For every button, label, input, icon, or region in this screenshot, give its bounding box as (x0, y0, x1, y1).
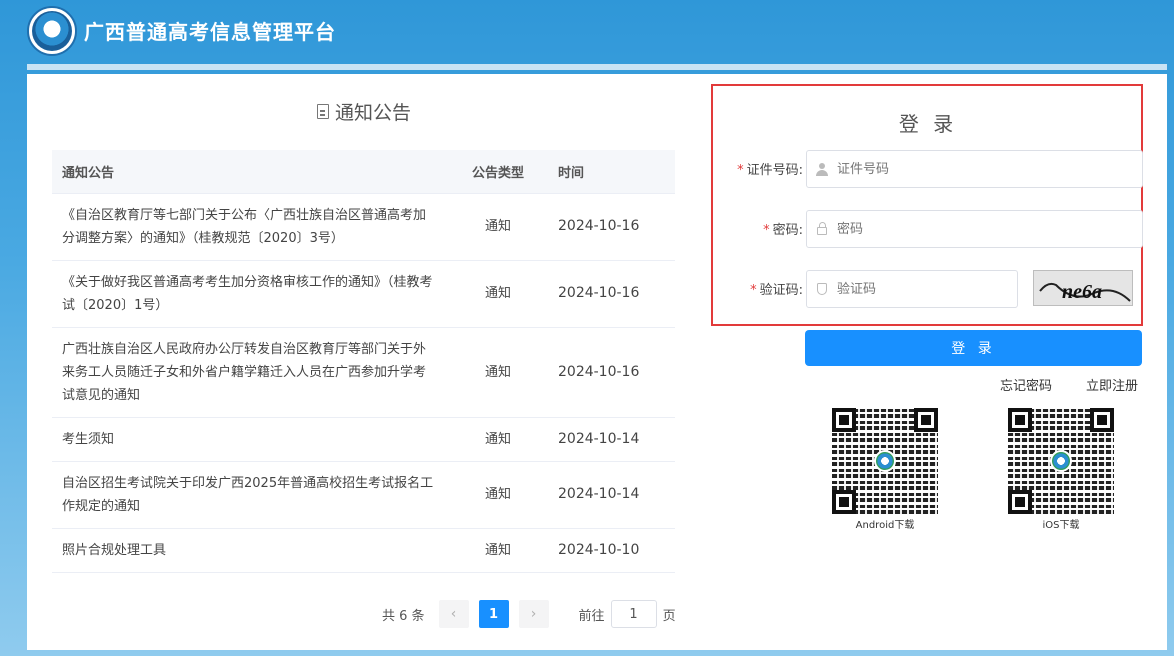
shield-icon (817, 283, 827, 295)
table-row[interactable]: 广西壮族自治区人民政府办公厅转发自治区教育厅等部门关于外来务工人员随迁子女和外省… (52, 327, 675, 418)
table-row[interactable]: 自治区招生考试院关于印发广西2025年普通高校招生考试报名工作规定的通知 通知 … (52, 461, 675, 529)
column-header-date: 时间 (548, 150, 675, 194)
lock-icon (817, 222, 827, 235)
pagination-total: 共 6 条 (382, 608, 425, 624)
header: 广西普通高考信息管理平台 (0, 0, 1174, 64)
ios-download-label: iOS下载 (1042, 520, 1080, 531)
table-header-row: 通知公告 公告类型 时间 (52, 150, 675, 194)
table-row[interactable]: 《关于做好我区普通高考考生加分资格审核工作的通知》（桂教考试〔2020〕1号） … (52, 260, 675, 328)
login-form: 登 录 *证件号码: *密码: *验证码: (711, 84, 1143, 326)
table-row[interactable]: 照片合规处理工具 通知 2024-10-10 (52, 528, 675, 573)
notice-date-cell: 2024-10-16 (548, 193, 675, 261)
ios-qr-code (1008, 408, 1114, 514)
main-panel: 通知公告 通知公告 公告类型 时间 《自治区教育厅等七部门关于公布〈广西壮族自治… (27, 74, 1167, 650)
captcha-label: * 验证码: (750, 283, 803, 298)
id-number-label: * 证件号码: (737, 163, 803, 178)
notice-date-cell: 2024-10-16 (548, 327, 675, 418)
next-page-button[interactable]: › (518, 600, 549, 628)
notice-title-cell[interactable]: 自治区招生考试院关于印发广西2025年普通高校招生考试报名工作规定的通知 (52, 461, 448, 529)
notice-type-cell: 通知 (448, 193, 548, 261)
notice-date-cell: 2024-10-14 (548, 417, 675, 462)
notice-date-cell: 2024-10-16 (548, 260, 675, 328)
id-number-input[interactable] (837, 152, 1117, 186)
notice-type-cell: 通知 (448, 461, 548, 529)
notice-type-cell: 通知 (448, 417, 548, 462)
column-header-title: 通知公告 (52, 150, 448, 194)
notice-heading-text: 通知公告 (335, 102, 412, 124)
goto-page-input[interactable] (610, 600, 657, 628)
page-number-current[interactable]: 1 (478, 600, 509, 628)
notice-title-cell[interactable]: 广西壮族自治区人民政府办公厅转发自治区教育厅等部门关于外来务工人员随迁子女和外省… (52, 327, 448, 418)
login-title: 登 录 (898, 112, 958, 136)
forgot-password-link[interactable]: 忘记密码 (1000, 375, 1052, 394)
document-icon (317, 104, 329, 119)
captcha-row: *验证码: ne6a (713, 270, 1143, 308)
notice-title-cell[interactable]: 考生须知 (52, 417, 448, 462)
site-title: 广西普通高考信息管理平台 (84, 20, 336, 44)
column-header-type: 公告类型 (448, 150, 548, 194)
register-link[interactable]: 立即注册 (1086, 375, 1138, 394)
goto-prefix: 前往 (578, 608, 605, 624)
id-number-row: * 证件号码: (713, 150, 1143, 188)
goto-page: 前往 页 (579, 600, 676, 628)
exam-logo-icon (27, 6, 77, 56)
password-label: * 密码: (763, 223, 803, 238)
notice-date-cell: 2024-10-14 (548, 461, 675, 529)
pagination: 共 6 条 ‹ 1 › 前往 页 (382, 600, 676, 628)
notice-table: 通知公告 公告类型 时间 《自治区教育厅等七部门关于公布〈广西壮族自治区普通高考… (52, 150, 675, 573)
android-download-label: Android下载 (855, 520, 915, 531)
captcha-image[interactable]: ne6a (1033, 270, 1133, 306)
prev-page-button[interactable]: ‹ (438, 600, 469, 628)
notice-heading: 通知公告 (317, 98, 411, 125)
user-icon (816, 162, 828, 176)
qr-logo-icon (1050, 450, 1072, 472)
password-row: * 密码: (713, 210, 1143, 248)
qr-logo-icon (874, 450, 896, 472)
captcha-text: ne6a (1062, 281, 1102, 303)
notice-title-cell[interactable]: 《关于做好我区普通高考考生加分资格审核工作的通知》（桂教考试〔2020〕1号） (52, 260, 448, 328)
captcha-field[interactable] (806, 270, 1018, 308)
password-input[interactable] (837, 212, 1117, 246)
notice-type-cell: 通知 (448, 260, 548, 328)
table-row[interactable]: 《自治区教育厅等七部门关于公布〈广西壮族自治区普通高考加分调整方案〉的通知》（桂… (52, 193, 675, 261)
header-divider (27, 64, 1167, 70)
notice-type-cell: 通知 (448, 327, 548, 418)
notice-type-cell: 通知 (448, 528, 548, 573)
notice-title-cell[interactable]: 照片合规处理工具 (52, 528, 448, 573)
notice-title-cell[interactable]: 《自治区教育厅等七部门关于公布〈广西壮族自治区普通高考加分调整方案〉的通知》（桂… (52, 193, 448, 261)
captcha-input[interactable] (837, 272, 1007, 306)
android-qr-code (832, 408, 938, 514)
goto-suffix: 页 (662, 608, 676, 624)
password-field[interactable] (806, 210, 1143, 248)
table-row[interactable]: 考生须知 通知 2024-10-14 (52, 417, 675, 462)
notice-date-cell: 2024-10-10 (548, 528, 675, 573)
login-button[interactable]: 登 录 (805, 330, 1142, 366)
id-number-field[interactable] (806, 150, 1143, 188)
